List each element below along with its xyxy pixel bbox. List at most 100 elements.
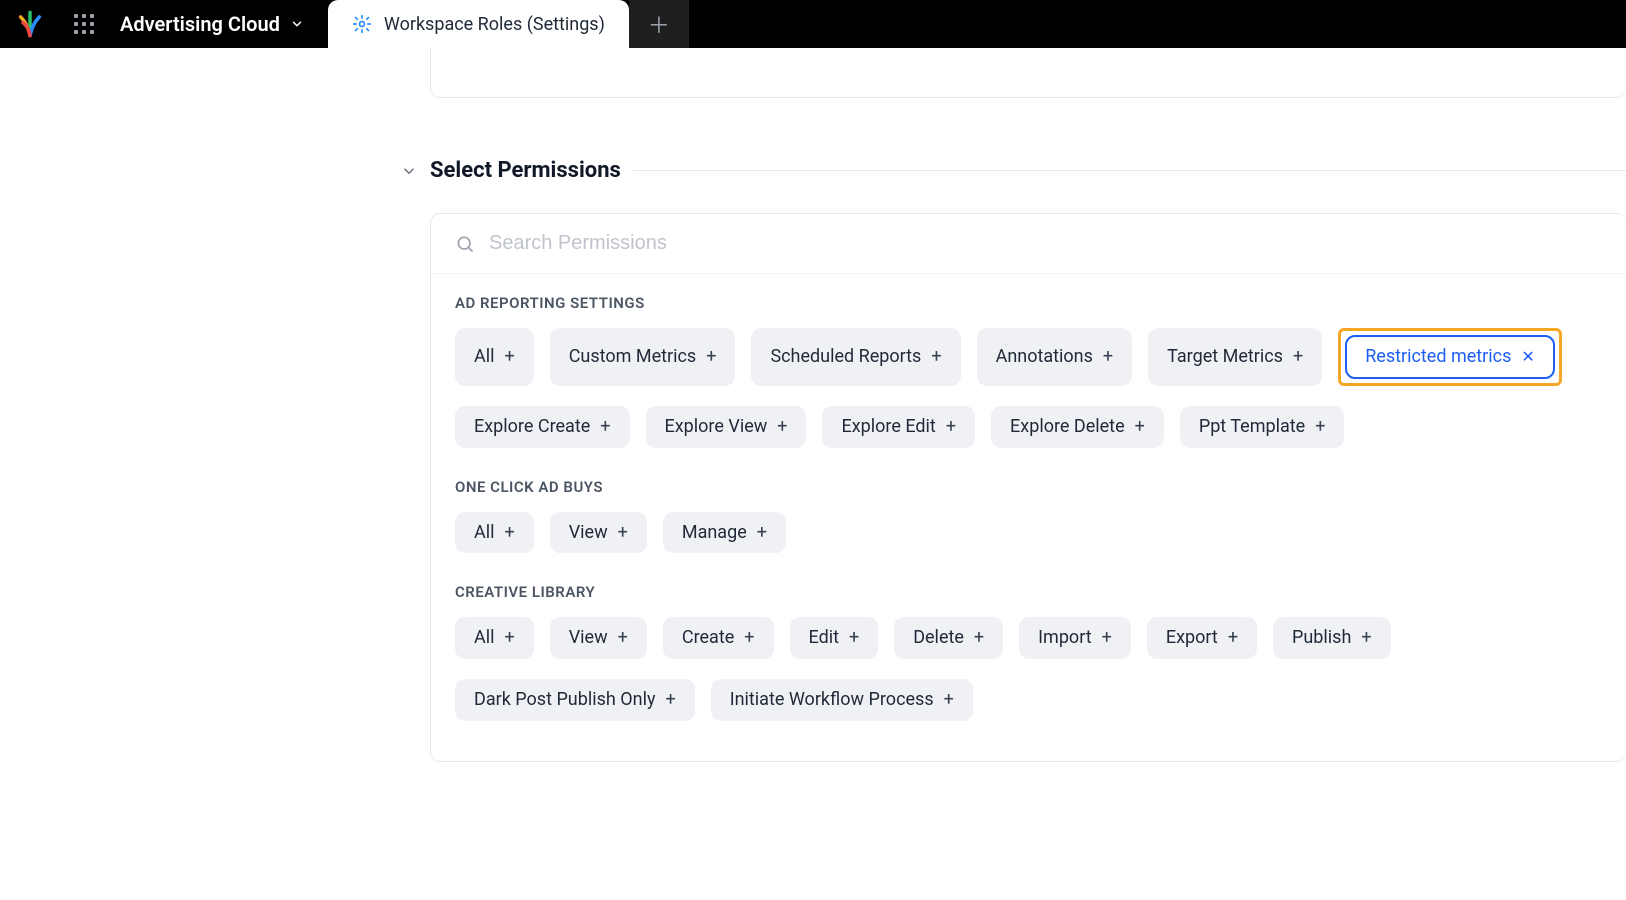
chip-label: Custom Metrics <box>569 347 697 367</box>
plus-icon: + <box>618 523 628 543</box>
plus-icon: + <box>849 628 859 648</box>
permission-chip[interactable]: Delete + <box>894 617 1003 659</box>
chips-row: All+Custom Metrics+Scheduled Reports+Ann… <box>455 328 1602 448</box>
chip-label: Target Metrics <box>1167 347 1283 367</box>
search-icon <box>455 234 475 254</box>
chips-row: All + View + Manage + <box>455 512 1602 554</box>
chevron-down-icon <box>290 17 304 31</box>
section-title: Select Permissions <box>430 158 621 183</box>
tab-workspace-roles[interactable]: Workspace Roles (Settings) <box>328 0 629 48</box>
plus-icon: + <box>777 417 787 437</box>
permission-chip[interactable]: Import + <box>1019 617 1131 659</box>
permission-chip[interactable]: Custom Metrics + <box>550 328 736 386</box>
highlight-outline: Restricted metrics✕ <box>1338 328 1562 386</box>
permission-chip[interactable]: Explore Delete + <box>991 406 1164 448</box>
chips-row: All+View+Create+Edit+Delete+Import+Expor… <box>455 617 1602 721</box>
apps-menu-button[interactable] <box>60 0 108 48</box>
permission-chip[interactable]: Target Metrics+ <box>1148 328 1322 386</box>
chip-label: Explore Edit <box>841 417 935 437</box>
plus-icon: + <box>505 628 515 648</box>
chip-label: All <box>474 347 495 367</box>
gear-icon <box>352 14 372 34</box>
plus-icon: + <box>706 347 716 367</box>
section-header[interactable]: Select Permissions <box>400 158 1626 183</box>
plus-icon: + <box>1315 417 1325 437</box>
permission-group: CREATIVE LIBRARYAll+View+Create+Edit+Del… <box>431 563 1626 731</box>
permission-chip[interactable]: Edit + <box>790 617 879 659</box>
permission-chip[interactable]: Dark Post Publish Only + <box>455 679 695 721</box>
plus-icon: + <box>600 417 610 437</box>
tab-label: Workspace Roles (Settings) <box>384 14 605 35</box>
chip-label: View <box>569 523 608 543</box>
chip-label: Dark Post Publish Only <box>474 690 655 710</box>
permission-chip[interactable]: Scheduled Reports + <box>751 328 960 386</box>
group-title: AD REPORTING SETTINGS <box>455 294 1602 312</box>
permission-chip[interactable]: Manage + <box>663 512 786 554</box>
apps-grid-icon <box>74 14 94 34</box>
chip-label: Restricted metrics <box>1365 347 1511 367</box>
chip-label: Export <box>1166 628 1218 648</box>
permission-group: AD REPORTING SETTINGS All + Custom Metrics +… <box>431 274 1626 458</box>
chevron-down-icon <box>400 162 418 180</box>
sprinklr-logo-icon <box>16 10 44 38</box>
chip-label: Create <box>682 628 734 648</box>
group-title: ONE CLICK AD BUYS <box>455 478 1602 496</box>
chip-label: Annotations <box>996 347 1093 367</box>
plus-icon: + <box>1103 347 1113 367</box>
plus-icon: + <box>665 690 675 710</box>
search-row <box>431 214 1626 274</box>
plus-icon: + <box>505 347 515 367</box>
permission-chip[interactable]: All + <box>455 512 534 554</box>
product-switcher[interactable]: Advertising Cloud <box>108 0 328 48</box>
plus-icon: + <box>946 417 956 437</box>
permission-chip[interactable]: Explore Create + <box>455 406 630 448</box>
add-tab-button[interactable]: ＋ <box>629 0 689 48</box>
chip-label: All <box>474 628 495 648</box>
permission-chip[interactable]: Initiate Workflow Process + <box>711 679 973 721</box>
chip-label: All <box>474 523 495 543</box>
permission-chip[interactable]: All + <box>455 617 534 659</box>
plus-icon: + <box>744 628 754 648</box>
chip-label: Explore Delete <box>1010 417 1125 437</box>
plus-icon: + <box>1135 417 1145 437</box>
top-bar: Advertising Cloud Workspace Roles (Setti… <box>0 0 1626 48</box>
permission-chip[interactable]: Ppt Template+ <box>1180 406 1345 448</box>
plus-icon: + <box>944 690 954 710</box>
chip-label: Manage <box>682 523 747 543</box>
chip-label: Explore View <box>665 417 768 437</box>
permission-chip[interactable]: Create + <box>663 617 774 659</box>
chip-label: Publish <box>1292 628 1351 648</box>
permission-chip[interactable]: Publish + <box>1273 617 1391 659</box>
plus-icon: ＋ <box>648 8 670 40</box>
permission-chip[interactable]: View + <box>550 512 647 554</box>
chip-label: Delete <box>913 628 964 648</box>
divider <box>633 170 1626 171</box>
permission-chip[interactable]: All + <box>455 328 534 386</box>
plus-icon: + <box>974 628 984 648</box>
group-title: CREATIVE LIBRARY <box>455 583 1602 601</box>
chip-label: Edit <box>809 628 839 648</box>
permission-chip[interactable]: Annotations + <box>977 328 1133 386</box>
chip-label: Import <box>1038 628 1091 648</box>
permission-chip[interactable]: View + <box>550 617 647 659</box>
permission-group: ONE CLICK AD BUYS All + View + Manage + <box>431 458 1626 564</box>
brand-logo <box>0 0 60 48</box>
permission-chip[interactable]: Explore Edit + <box>822 406 975 448</box>
previous-card-edge <box>430 48 1626 98</box>
chip-label: View <box>569 628 608 648</box>
chip-label: Initiate Workflow Process <box>730 690 934 710</box>
product-name: Advertising Cloud <box>120 12 280 36</box>
chip-label: Scheduled Reports <box>770 347 921 367</box>
plus-icon: + <box>1102 628 1112 648</box>
plus-icon: + <box>931 347 941 367</box>
chip-label: Explore Create <box>474 417 590 437</box>
permission-chip[interactable]: Export + <box>1147 617 1257 659</box>
plus-icon: + <box>505 523 515 543</box>
permission-chip[interactable]: Explore View + <box>646 406 807 448</box>
plus-icon: + <box>757 523 767 543</box>
search-input[interactable] <box>489 232 1602 255</box>
plus-icon: + <box>1228 628 1238 648</box>
plus-icon: + <box>1361 628 1371 648</box>
permission-chip[interactable]: Restricted metrics✕ <box>1345 335 1555 379</box>
plus-icon: + <box>618 628 628 648</box>
